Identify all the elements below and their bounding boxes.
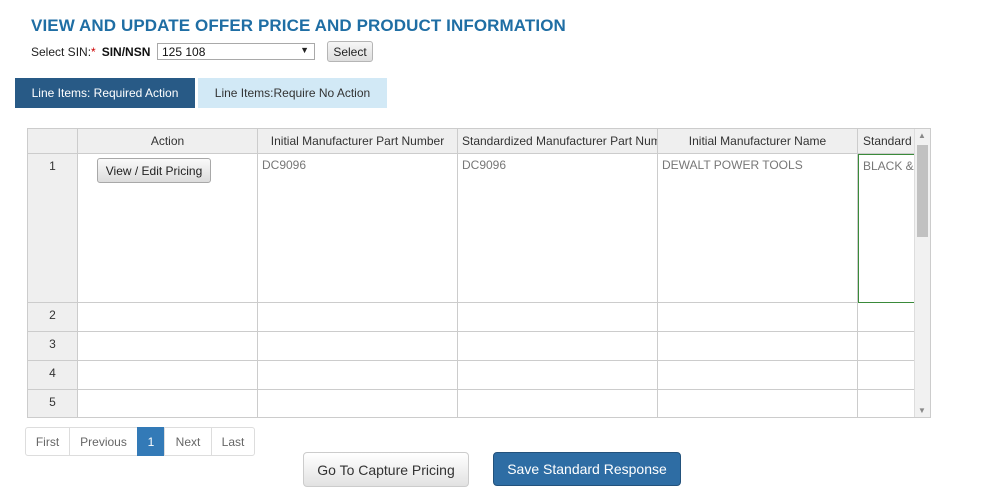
- table-cell[interactable]: [458, 361, 658, 390]
- row-number: 4: [28, 361, 78, 390]
- row-number: 2: [28, 303, 78, 332]
- save-standard-response-button[interactable]: Save Standard Response: [493, 452, 681, 486]
- table-cell[interactable]: [78, 361, 258, 390]
- table-cell-initial-manufacturer-name[interactable]: DEWALT POWER TOOLS: [658, 154, 858, 303]
- row-number: 3: [28, 332, 78, 361]
- grid-corner-header: [28, 129, 78, 154]
- pagination-first[interactable]: First: [25, 427, 70, 456]
- column-header-initial-part-number[interactable]: Initial Manufacturer Part Number: [258, 129, 458, 154]
- sin-selector-row: Select SIN: * SIN/NSN: [31, 42, 150, 62]
- tab-require-no-action[interactable]: Line Items:Require No Action: [198, 78, 387, 108]
- table-cell[interactable]: [858, 332, 918, 361]
- table-cell[interactable]: [458, 332, 658, 361]
- dropdown-arrow-icon: ▼: [300, 45, 309, 55]
- table-cell[interactable]: [658, 332, 858, 361]
- table-cell[interactable]: [858, 361, 918, 390]
- table-cell[interactable]: [258, 303, 458, 332]
- scroll-down-arrow-icon[interactable]: ▼: [918, 406, 926, 415]
- required-marker: *: [91, 45, 96, 59]
- sin-dropdown[interactable]: 125 108 ▼: [157, 43, 315, 60]
- table-cell[interactable]: [858, 390, 918, 417]
- column-header-action[interactable]: Action: [78, 129, 258, 154]
- pagination-last[interactable]: Last: [211, 427, 255, 456]
- table-cell-standardized-manufacturer[interactable]: BLACK &: [858, 154, 916, 303]
- column-header-standardized-part-number[interactable]: Standardized Manufacturer Part Number: [458, 129, 658, 154]
- table-cell-initial-part-number[interactable]: DC9096: [258, 154, 458, 303]
- select-sin-button[interactable]: Select: [327, 41, 373, 62]
- sin-type-label: SIN/NSN: [101, 45, 151, 59]
- table-cell[interactable]: [658, 390, 858, 417]
- table-cell[interactable]: [258, 390, 458, 417]
- column-header-standardized-manufacturer[interactable]: Standard: [858, 129, 918, 154]
- table-cell[interactable]: [258, 361, 458, 390]
- pagination-current-page[interactable]: 1: [137, 427, 165, 456]
- table-cell[interactable]: [858, 303, 918, 332]
- table-cell[interactable]: [78, 303, 258, 332]
- table-cell-standardized-part-number[interactable]: DC9096: [458, 154, 658, 303]
- table-cell[interactable]: [78, 332, 258, 361]
- row-number: 5: [28, 390, 78, 417]
- go-to-capture-pricing-button[interactable]: Go To Capture Pricing: [303, 452, 469, 487]
- table-cell[interactable]: [458, 303, 658, 332]
- table-cell[interactable]: [658, 361, 858, 390]
- table-cell[interactable]: [658, 303, 858, 332]
- page-title: VIEW AND UPDATE OFFER PRICE AND PRODUCT …: [31, 16, 566, 35]
- row-number: 1: [28, 154, 78, 303]
- vertical-scrollbar[interactable]: ▲ ▼: [914, 129, 930, 417]
- tab-required-action[interactable]: Line Items: Required Action: [15, 78, 195, 108]
- table-cell-action: View / Edit Pricing: [78, 154, 258, 303]
- column-header-initial-manufacturer-name[interactable]: Initial Manufacturer Name: [658, 129, 858, 154]
- table-cell[interactable]: [258, 332, 458, 361]
- table-cell[interactable]: [78, 390, 258, 417]
- scrollbar-thumb[interactable]: [917, 145, 928, 237]
- pagination-next[interactable]: Next: [164, 427, 212, 456]
- pagination-previous[interactable]: Previous: [69, 427, 138, 456]
- line-items-grid: Action Initial Manufacturer Part Number …: [27, 128, 931, 418]
- sin-label: Select SIN:: [31, 45, 92, 59]
- pagination: First Previous 1 Next Last: [25, 427, 255, 456]
- view-edit-pricing-button[interactable]: View / Edit Pricing: [97, 158, 211, 183]
- scroll-up-arrow-icon[interactable]: ▲: [918, 131, 926, 140]
- sin-dropdown-value: 125 108: [162, 44, 206, 59]
- table-cell[interactable]: [458, 390, 658, 417]
